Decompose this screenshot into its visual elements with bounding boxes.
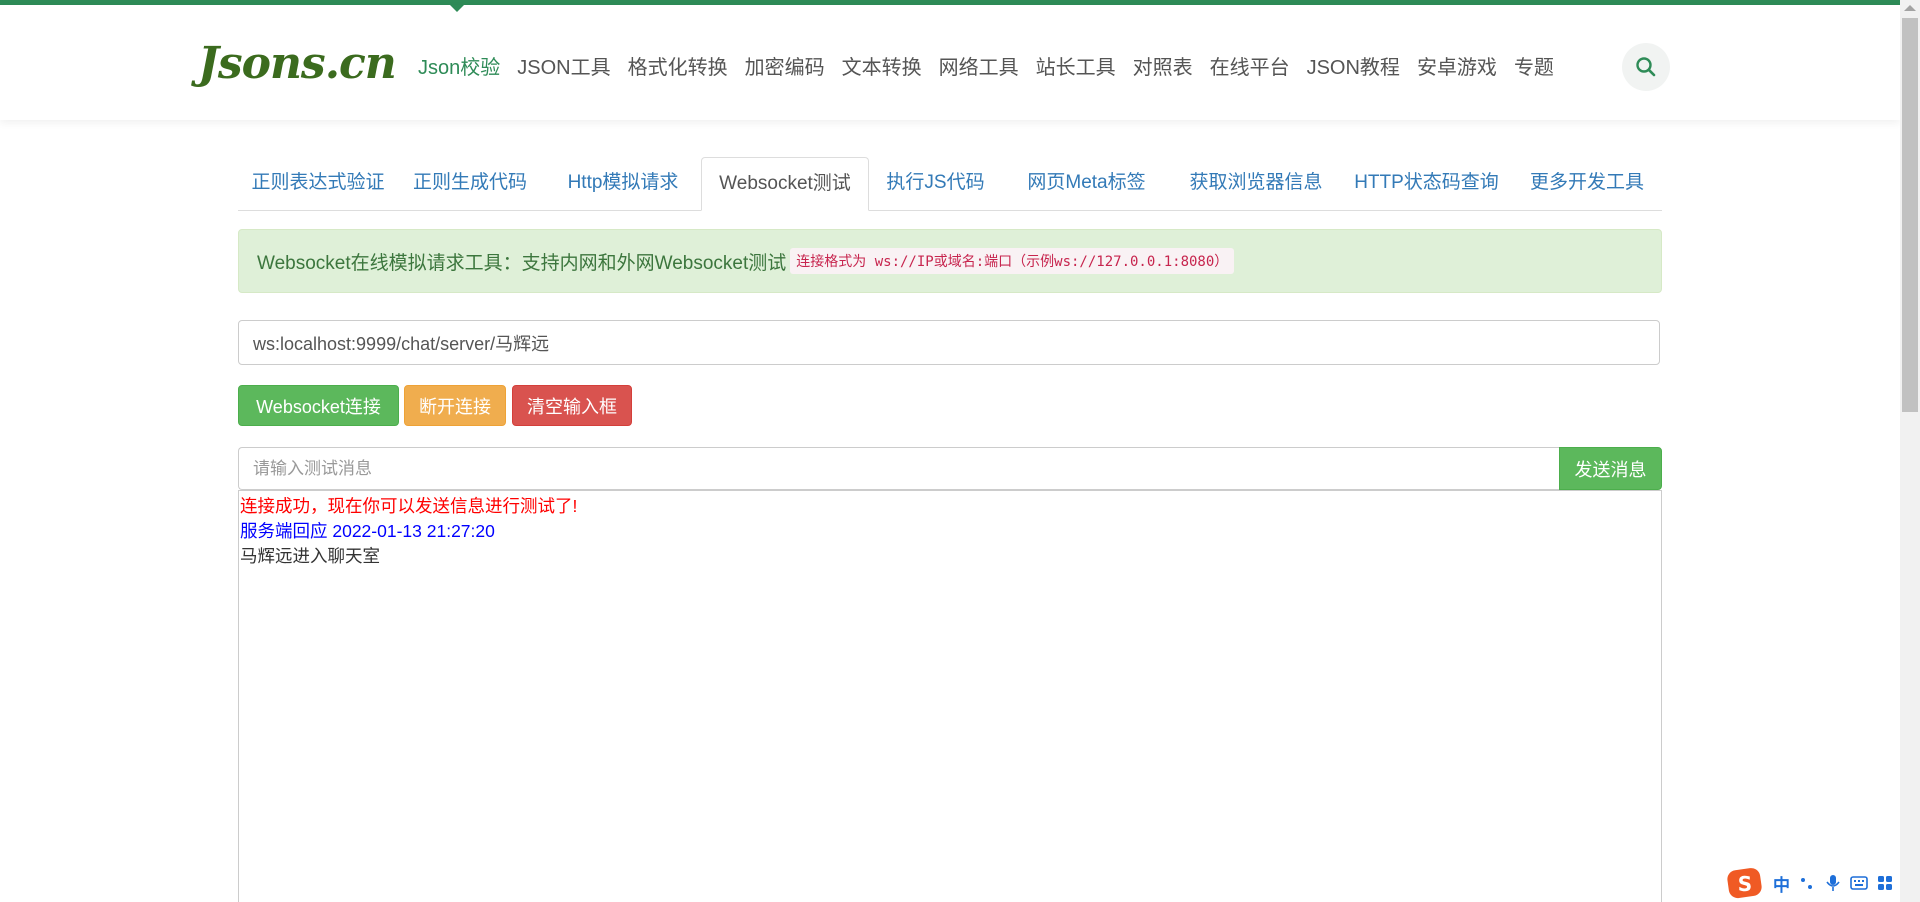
info-alert: Websocket在线模拟请求工具：支持内网和外网Websocket测试 连接格… [238, 229, 1662, 293]
microphone-icon[interactable] [1824, 874, 1842, 892]
nav-item-json-tools[interactable]: JSON工具 [517, 51, 610, 80]
websocket-connect-button[interactable]: Websocket连接 [238, 385, 399, 426]
nav-item-json-validate[interactable]: Json校验 [418, 51, 500, 80]
tab-http-request[interactable]: Http模拟请求 [542, 157, 704, 211]
punctuation-icon[interactable] [1798, 874, 1816, 892]
sogou-logo-icon[interactable]: S [1725, 866, 1765, 900]
tab-meta-tags[interactable]: 网页Meta标签 [1002, 157, 1171, 211]
nav-item-format-convert[interactable]: 格式化转换 [628, 51, 728, 80]
message-output-area[interactable]: 连接成功，现在你可以发送信息进行测试了! 服务端回应 2022-01-13 21… [238, 490, 1662, 902]
search-icon [1636, 57, 1656, 77]
site-header: Jsons.cn Json校验 JSON工具 格式化转换 加密编码 文本转换 网… [0, 5, 1900, 120]
alert-description: Websocket在线模拟请求工具：支持内网和外网Websocket测试 [257, 252, 787, 274]
disconnect-button[interactable]: 断开连接 [404, 385, 506, 426]
nav-item-webmaster-tools[interactable]: 站长工具 [1036, 51, 1116, 80]
output-message-line: 马辉远进入聊天室 [240, 546, 380, 566]
keyboard-icon[interactable] [1850, 874, 1868, 892]
clear-input-button[interactable]: 清空输入框 [512, 385, 632, 426]
send-message-button[interactable]: 发送消息 [1559, 447, 1662, 490]
test-message-input[interactable] [238, 447, 1560, 490]
nav-item-network-tools[interactable]: 网络工具 [939, 51, 1019, 80]
tab-regex-validate[interactable]: 正则表达式验证 [238, 157, 398, 211]
ime-toolbar: S 中 [1725, 864, 1920, 902]
tool-tabs: 正则表达式验证 正则生成代码 Http模拟请求 Websocket测试 执行JS… [238, 157, 1662, 211]
search-button[interactable] [1622, 43, 1670, 91]
nav-item-reference-tables[interactable]: 对照表 [1133, 51, 1193, 80]
ime-chinese-mode[interactable]: 中 [1773, 871, 1790, 896]
nav-item-json-tutorial[interactable]: JSON教程 [1307, 51, 1400, 80]
nav-item-android-games[interactable]: 安卓游戏 [1417, 51, 1497, 80]
scroll-up-arrow-icon[interactable] [1904, 5, 1916, 11]
nav-item-encrypt-encode[interactable]: 加密编码 [745, 51, 825, 80]
main-nav: Json校验 JSON工具 格式化转换 加密编码 文本转换 网络工具 站长工具 … [418, 51, 1554, 80]
nav-item-online-platform[interactable]: 在线平台 [1210, 51, 1290, 80]
tab-regex-codegen[interactable]: 正则生成代码 [398, 157, 542, 211]
output-server-echo-line: 服务端回应 2022-01-13 21:27:20 [240, 521, 495, 541]
alert-format-hint: 连接格式为 ws://IP或域名:端口（示例ws://127.0.0.1:808… [790, 248, 1235, 274]
websocket-url-input[interactable] [238, 320, 1660, 365]
scrollbar-thumb[interactable] [1902, 18, 1918, 412]
nav-item-topics[interactable]: 专题 [1514, 51, 1554, 80]
nav-item-text-convert[interactable]: 文本转换 [842, 51, 922, 80]
tab-run-js[interactable]: 执行JS代码 [869, 157, 1002, 211]
output-success-line: 连接成功，现在你可以发送信息进行测试了! [240, 496, 578, 516]
active-nav-indicator [450, 5, 464, 12]
svg-text:S: S [1738, 872, 1752, 896]
tab-websocket-test[interactable]: Websocket测试 [701, 157, 869, 211]
tab-http-status[interactable]: HTTP状态码查询 [1341, 157, 1512, 211]
tab-more-tools[interactable]: 更多开发工具 [1512, 157, 1662, 211]
site-logo[interactable]: Jsons.cn [198, 38, 397, 89]
tab-browser-info[interactable]: 获取浏览器信息 [1171, 157, 1341, 211]
ime-menu-grid-icon[interactable] [1876, 874, 1894, 892]
